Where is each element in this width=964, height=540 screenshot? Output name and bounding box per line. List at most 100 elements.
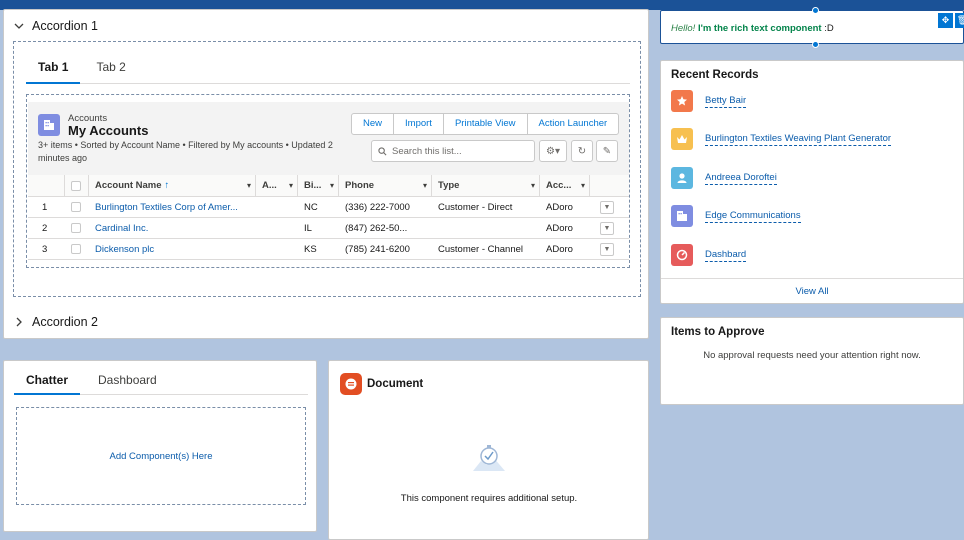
chevron-down-icon[interactable]: ▾ bbox=[289, 181, 293, 190]
recent-record-link[interactable]: Burlington Textiles Weaving Plant Genera… bbox=[705, 133, 892, 146]
list-view-header: Accounts My Accounts 3+ items • Sorted b… bbox=[28, 102, 629, 176]
refresh-button[interactable]: ↻ bbox=[571, 140, 593, 162]
chevron-down-icon[interactable]: ▾ bbox=[531, 181, 535, 190]
row-action-menu-icon[interactable]: ▼ bbox=[600, 242, 614, 256]
dashboard-icon bbox=[671, 244, 693, 266]
pencil-icon: ✎ bbox=[602, 145, 612, 157]
row-select bbox=[65, 239, 89, 259]
recent-record-link[interactable]: Dashbard bbox=[705, 249, 747, 262]
column-header-billing[interactable]: Bi... ▾ bbox=[298, 175, 339, 196]
recent-record-link[interactable]: Andreea Doroftei bbox=[705, 172, 777, 185]
recent-records-title: Recent Records bbox=[671, 69, 759, 81]
select-all-checkbox[interactable] bbox=[71, 180, 81, 191]
column-header-phone[interactable]: Phone ▾ bbox=[339, 175, 432, 196]
gear-icon: ⚙▾ bbox=[546, 145, 560, 157]
column-header-account-name[interactable]: Account Name ↑ ▾ bbox=[89, 175, 256, 196]
cell-type: Customer - Channel bbox=[438, 243, 524, 255]
table-row: 1 Burlington Textiles Corp of Amer... NC… bbox=[28, 197, 629, 218]
chevron-down-icon[interactable]: ▾ bbox=[247, 181, 251, 190]
list-view-title[interactable]: My Accounts bbox=[68, 123, 148, 138]
account-icon bbox=[38, 114, 60, 136]
delete-icon[interactable]: 🗑 bbox=[955, 13, 964, 28]
row-actions-cell: ▼ bbox=[590, 239, 627, 259]
recent-record-link[interactable]: Betty Bair bbox=[705, 95, 747, 108]
recent-record-item[interactable]: Andreea Doroftei bbox=[671, 166, 777, 190]
chevron-down-icon[interactable]: ▾ bbox=[423, 181, 427, 190]
column-header-a[interactable]: A... ▾ bbox=[256, 175, 298, 196]
resize-handle-bottom[interactable] bbox=[812, 41, 819, 48]
document-title: Document bbox=[367, 378, 424, 390]
chevron-down-icon[interactable]: ▾ bbox=[330, 181, 334, 190]
refresh-icon: ↻ bbox=[577, 145, 587, 157]
account-name-link[interactable]: Cardinal Inc. bbox=[89, 218, 256, 238]
row-checkbox[interactable] bbox=[71, 244, 81, 254]
search-icon bbox=[378, 146, 387, 156]
accordion-component: Accordion 1 Tab 1 Tab 2 Accounts My Acco… bbox=[3, 9, 649, 339]
component-edit-tools: ✥ 🗑 bbox=[938, 13, 964, 28]
rich-text-bold: I'm the rich text component bbox=[697, 23, 822, 34]
cell-billing-state: KS bbox=[304, 243, 317, 255]
chevron-right-icon bbox=[14, 317, 24, 327]
recent-record-link[interactable]: Edge Communications bbox=[705, 210, 801, 223]
table-row: 2 Cardinal Inc. IL (847) 262-50... ADoro… bbox=[28, 218, 629, 239]
accordion-section-1-label: Accordion 1 bbox=[32, 19, 99, 33]
tabset: Tab 1 Tab 2 bbox=[26, 54, 630, 84]
setup-illustration-icon bbox=[471, 443, 507, 476]
list-view-meta: 3+ items • Sorted by Account Name • Filt… bbox=[38, 140, 333, 163]
actions-header bbox=[590, 175, 627, 196]
recent-record-item[interactable]: Edge Communications bbox=[671, 204, 801, 228]
inline-edit-button[interactable]: ✎ bbox=[596, 140, 618, 162]
move-icon[interactable]: ✥ bbox=[938, 13, 953, 28]
add-component-drop-zone[interactable]: Add Component(s) Here bbox=[16, 407, 306, 505]
chatter-tabs-component: Chatter Dashboard Add Component(s) Here bbox=[3, 360, 317, 532]
accordion-section-1-header[interactable]: Accordion 1 bbox=[14, 19, 98, 33]
row-action-menu-icon[interactable]: ▼ bbox=[600, 200, 614, 214]
cell-a bbox=[256, 197, 298, 217]
accordion-section-2-header[interactable]: Accordion 2 bbox=[14, 315, 98, 329]
column-header-owner[interactable]: Acc... ▾ bbox=[540, 175, 590, 196]
view-all-link[interactable]: View All bbox=[661, 278, 963, 297]
document-component: Document This component requires additio… bbox=[328, 360, 649, 540]
recent-record-item[interactable]: Dashbard bbox=[671, 243, 747, 267]
tab-1[interactable]: Tab 1 bbox=[26, 54, 81, 84]
import-button[interactable]: Import bbox=[394, 114, 444, 134]
cell-owner: ADoro bbox=[546, 243, 573, 255]
user-icon bbox=[671, 167, 693, 189]
account-name-link[interactable]: Dickenson plc bbox=[89, 239, 256, 259]
building-icon bbox=[671, 205, 693, 227]
column-header-type[interactable]: Type ▾ bbox=[432, 175, 540, 196]
chevron-down-icon bbox=[14, 21, 24, 31]
chevron-down-icon[interactable]: ▾ bbox=[581, 181, 585, 190]
rich-text-content: Hello! I'm the rich text component :D bbox=[671, 23, 834, 34]
row-number: 3 bbox=[42, 243, 48, 255]
tab-dashboard[interactable]: Dashboard bbox=[86, 367, 169, 395]
row-number: 1 bbox=[42, 201, 48, 213]
row-actions-cell: ▼ bbox=[590, 197, 627, 217]
cell-phone: (336) 222-7000 bbox=[345, 201, 410, 213]
accounts-table: Account Name ↑ ▾ A... ▾ Bi... ▾ Phone ▾ Typ bbox=[28, 175, 629, 260]
row-select bbox=[65, 218, 89, 238]
row-select bbox=[65, 197, 89, 217]
row-action-menu-icon[interactable]: ▼ bbox=[600, 221, 614, 235]
list-settings-button[interactable]: ⚙▾ bbox=[539, 140, 567, 162]
rich-text-component[interactable]: Hello! I'm the rich text component :D bbox=[660, 10, 964, 44]
cell-owner: ADoro bbox=[546, 222, 573, 234]
tab-2[interactable]: Tab 2 bbox=[84, 54, 137, 84]
row-checkbox[interactable] bbox=[71, 202, 81, 212]
row-number-header bbox=[28, 175, 65, 196]
cell-a bbox=[256, 239, 298, 259]
resize-handle-top[interactable] bbox=[812, 7, 819, 14]
printable-view-button[interactable]: Printable View bbox=[444, 114, 528, 134]
row-actions-cell: ▼ bbox=[590, 218, 627, 238]
recent-record-item[interactable]: Betty Bair bbox=[671, 89, 747, 113]
tab-chatter[interactable]: Chatter bbox=[14, 367, 81, 395]
rich-text-suffix: :D bbox=[821, 23, 834, 34]
recent-record-item[interactable]: Burlington Textiles Weaving Plant Genera… bbox=[671, 127, 892, 151]
cell-type bbox=[432, 218, 540, 238]
action-launcher-button[interactable]: Action Launcher bbox=[528, 114, 619, 134]
new-button[interactable]: New bbox=[352, 114, 395, 134]
search-input[interactable] bbox=[392, 145, 527, 157]
row-checkbox[interactable] bbox=[71, 223, 81, 233]
table-header-row: Account Name ↑ ▾ A... ▾ Bi... ▾ Phone ▾ Typ bbox=[28, 175, 629, 197]
account-name-link[interactable]: Burlington Textiles Corp of Amer... bbox=[89, 197, 256, 217]
